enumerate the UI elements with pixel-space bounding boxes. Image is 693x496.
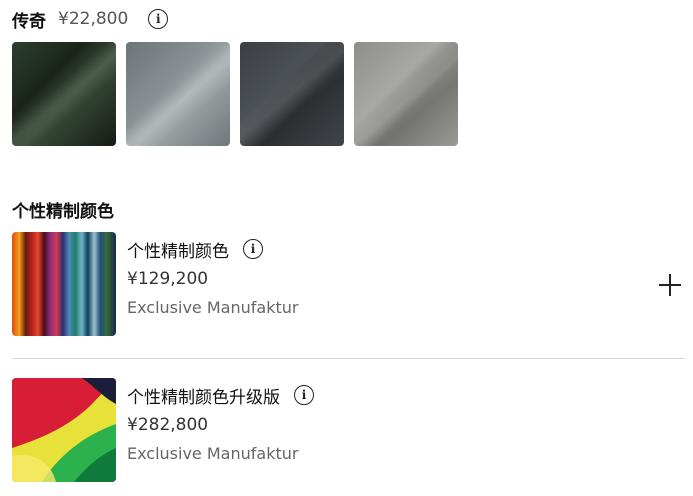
info-icon[interactable]: i: [243, 239, 263, 259]
option-price: ¥282,800: [127, 415, 209, 435]
swatch-sheen: [240, 42, 344, 146]
info-icon[interactable]: i: [294, 385, 314, 405]
section-title: 个性精制颜色: [12, 202, 114, 222]
option-title: 个性精制颜色: [127, 241, 229, 262]
abstract-art-graphic: [12, 378, 116, 482]
color-swatch-list: [12, 42, 458, 146]
plus-icon[interactable]: [659, 274, 681, 296]
option-title: 个性精制颜色升级版: [127, 387, 280, 408]
legend-color-group-header: 传奇 ¥22,800 i: [12, 7, 169, 32]
paint-to-sample-thumbnail[interactable]: [12, 232, 116, 336]
swatch-sheen: [12, 42, 116, 146]
option-subtitle: Exclusive Manufaktur: [127, 444, 299, 463]
color-swatch[interactable]: [12, 42, 116, 146]
group-price: ¥22,800: [58, 9, 129, 29]
option-details: 个性精制颜色 i ¥129,200 Exclusive Manufaktur: [127, 235, 298, 320]
swatch-sheen: [126, 42, 230, 146]
option-subtitle: Exclusive Manufaktur: [127, 298, 299, 317]
option-title-row: 个性精制颜色 i: [127, 235, 298, 263]
info-icon[interactable]: i: [148, 9, 169, 29]
color-swatch[interactable]: [126, 42, 230, 146]
color-swatch[interactable]: [240, 42, 344, 146]
option-price: ¥129,200: [127, 269, 209, 289]
group-title: 传奇: [12, 11, 46, 32]
color-swatch[interactable]: [354, 42, 458, 146]
option-title-row: 个性精制颜色升级版 i: [127, 381, 314, 409]
divider: [12, 358, 685, 359]
option-details: 个性精制颜色升级版 i ¥282,800 Exclusive Manufaktu…: [127, 381, 314, 466]
custom-color-option[interactable]: 个性精制颜色 i ¥129,200 Exclusive Manufaktur: [12, 232, 685, 338]
paint-to-sample-plus-thumbnail[interactable]: [12, 378, 116, 482]
custom-color-option[interactable]: 个性精制颜色升级版 i ¥282,800 Exclusive Manufaktu…: [12, 378, 685, 484]
swatch-sheen: [354, 42, 458, 146]
